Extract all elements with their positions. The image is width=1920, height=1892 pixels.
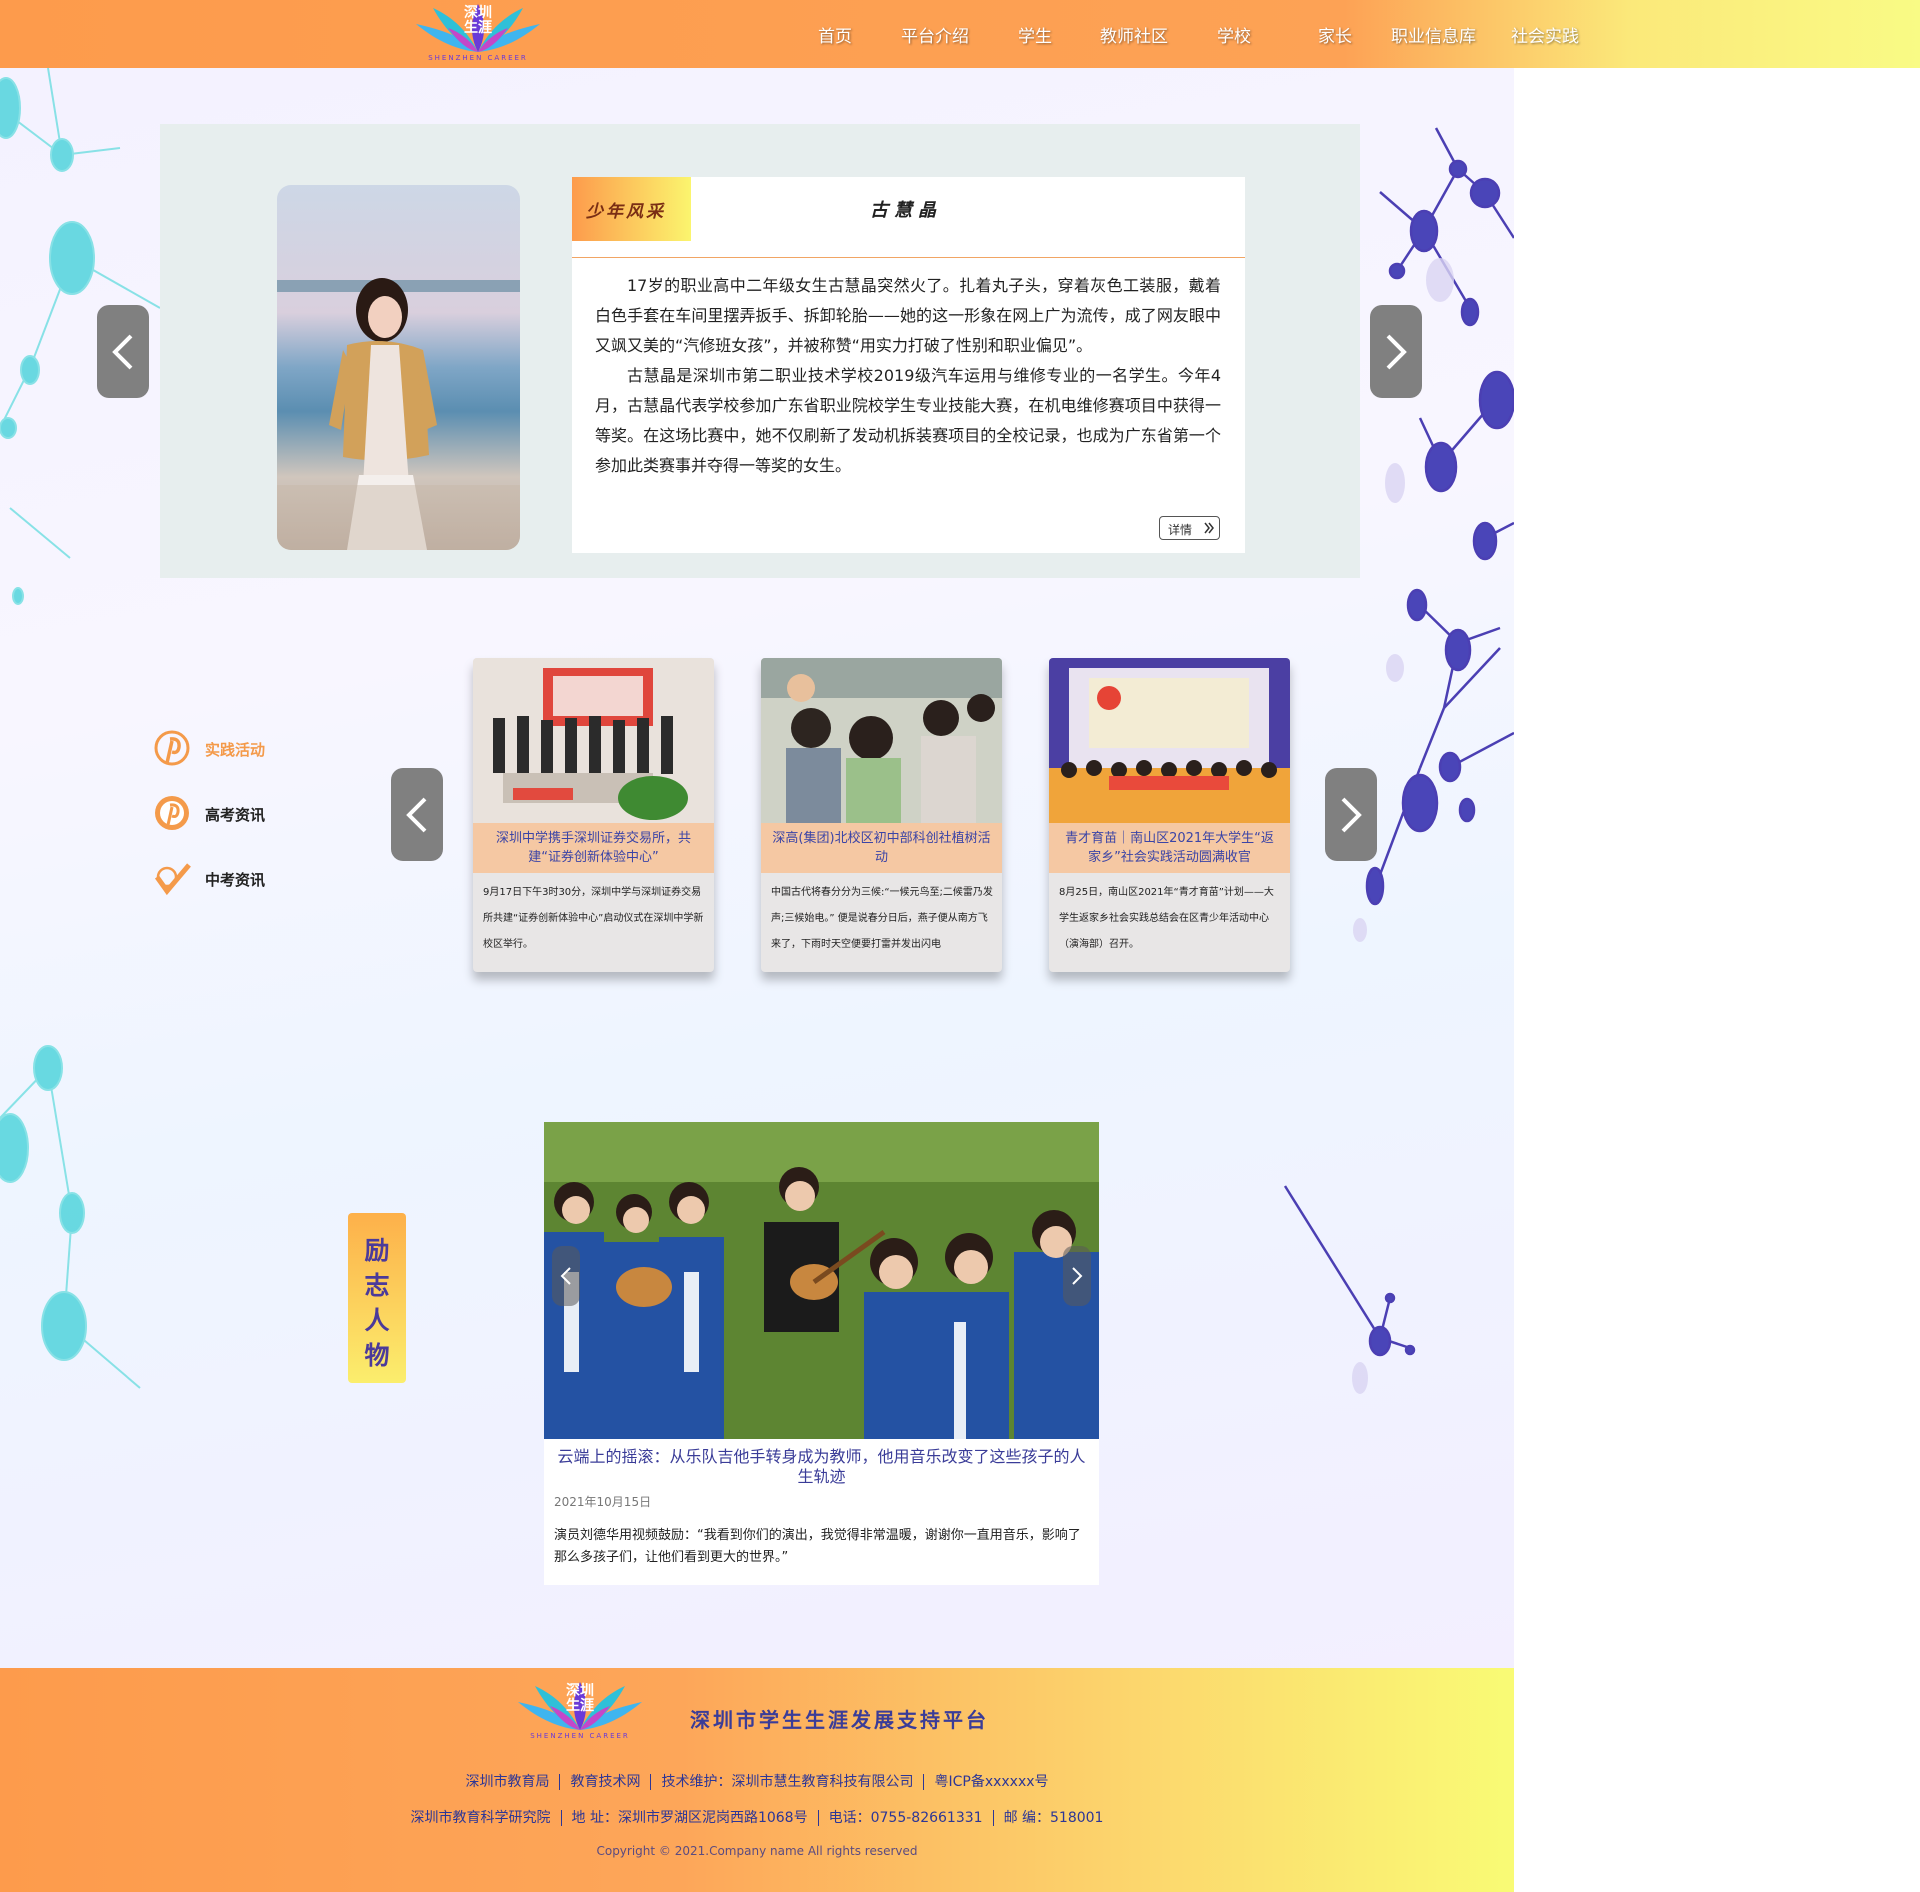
side-nav-label: 中考资讯 bbox=[205, 871, 266, 889]
detail-button-label: 详情 bbox=[1168, 523, 1193, 537]
double-chevron-right-icon bbox=[1204, 522, 1214, 534]
nav-schools[interactable]: 学校 bbox=[1217, 22, 1251, 48]
inspiration-photo-image[interactable] bbox=[544, 1122, 1099, 1439]
footer-link[interactable]: 深圳市教育局 bbox=[465, 1774, 549, 1790]
hero-next-button[interactable] bbox=[1370, 305, 1422, 398]
footer-logo[interactable]: 深圳 生涯 SHENZHEN CAREER bbox=[510, 1680, 650, 1744]
footer-text: 技术维护：深圳市慧生教育科技有限公司 bbox=[661, 1774, 914, 1790]
nav-students[interactable]: 学生 bbox=[1018, 22, 1052, 48]
copyright: Copyright © 2021.Company name All rights… bbox=[596, 1844, 918, 1858]
hero-prev-button[interactable] bbox=[97, 305, 149, 398]
footer-separator bbox=[560, 1810, 562, 1826]
footer-text: 电话：0755-82661331 bbox=[828, 1810, 983, 1826]
activity-card[interactable]: 青才育苗｜南山区2021年大学生“返家乡”社会实践活动圆满收官 8月25日，南山… bbox=[1049, 658, 1290, 972]
footer-link[interactable]: 教育技术网 bbox=[570, 1774, 640, 1790]
right-blank-area bbox=[1514, 68, 1920, 1892]
chevron-right-icon bbox=[1341, 797, 1362, 833]
chevron-right-icon bbox=[1386, 334, 1407, 370]
portrait-figure-icon bbox=[277, 278, 520, 550]
footer-separator bbox=[650, 1774, 652, 1790]
inspiration-body: 演员刘德华用视频鼓励：“我看到你们的演出，我觉得非常温暖，谢谢你一直用音乐，影响… bbox=[554, 1528, 1081, 1565]
footer-text: 地 址：深圳市罗湖区泥岗西路1068号 bbox=[571, 1810, 808, 1826]
logo-text-2: 生涯 bbox=[464, 20, 492, 36]
nav-teacher-community[interactable]: 教师社区 bbox=[1100, 22, 1168, 48]
story-text: 17岁的职业高中二年级女生古慧晶突然火了。扎着丸子头，穿着灰色工装服，戴着白色手… bbox=[595, 271, 1221, 481]
chevron-left-icon bbox=[112, 334, 133, 370]
top-navbar: 深圳 生涯 SHENZHEN CAREER 首页 平台介绍 学生 教师社区 学校… bbox=[0, 0, 1920, 68]
nav-parents[interactable]: 家长 bbox=[1318, 22, 1352, 48]
guitar-students-figure-icon bbox=[544, 1122, 1099, 1439]
footer-link[interactable]: 深圳市教育科学研究院 bbox=[411, 1810, 551, 1826]
activity-next-button[interactable] bbox=[1325, 768, 1377, 861]
nav-social-practice[interactable]: 社会实践 bbox=[1511, 22, 1579, 48]
inspiration-prev-button[interactable] bbox=[552, 1246, 580, 1306]
site-logo[interactable]: 深圳 生涯 SHENZHEN CAREER bbox=[408, 2, 548, 66]
student-portrait-image[interactable] bbox=[277, 185, 520, 550]
footer-separator bbox=[923, 1774, 925, 1790]
inspiration-date: 2021年10月15日 bbox=[554, 1495, 652, 1509]
activity-card[interactable]: 深圳中学携手深圳证券交易所，共建“证券创新体验中心” 9月17日下午3时30分，… bbox=[473, 658, 714, 972]
footer: 深圳 生涯 SHENZHEN CAREER 深圳市学生生涯发展支持平台 深圳市教… bbox=[0, 1668, 1514, 1892]
chevron-left-icon bbox=[406, 797, 427, 833]
pinterest-icon bbox=[155, 796, 189, 830]
footer-separator bbox=[559, 1774, 561, 1790]
side-nav-zhongkao[interactable]: 中考资讯 bbox=[153, 859, 283, 899]
nav-home[interactable]: 首页 bbox=[818, 22, 852, 48]
story-paragraph: 古慧晶是深圳市第二职业技术学校2019级汽车运用与维修专业的一名学生。今年4月，… bbox=[595, 366, 1221, 475]
nav-career-database[interactable]: 职业信息库 bbox=[1391, 22, 1476, 48]
chevron-left-icon bbox=[560, 1267, 571, 1285]
student-name: 古慧晶 bbox=[870, 200, 942, 221]
side-nav-label: 高考资讯 bbox=[205, 806, 266, 824]
footer-text: 邮 编：518001 bbox=[1003, 1810, 1104, 1826]
ribbon-char: 人 bbox=[364, 1306, 390, 1335]
footer-separator bbox=[992, 1810, 994, 1826]
activity-title: 深高(集团)北校区初中部科创社植树活动 bbox=[761, 823, 1002, 873]
activity-prev-button[interactable] bbox=[391, 768, 443, 861]
inspiration-ribbon: 励 志 人 物 bbox=[348, 1213, 406, 1383]
side-nav-gaokao[interactable]: 高考资讯 bbox=[153, 794, 283, 834]
activity-title: 青才育苗｜南山区2021年大学生“返家乡”社会实践活动圆满收官 bbox=[1049, 823, 1290, 873]
footer-links-row-1: 深圳市教育局 教育技术网 技术维护：深圳市慧生教育科技有限公司 粤ICP备xxxxxx… bbox=[0, 1771, 1514, 1791]
detail-button[interactable]: 详情 bbox=[1159, 516, 1220, 540]
logo-text-1: 深圳 bbox=[566, 1683, 594, 1699]
section-tag: 少年风采 bbox=[572, 177, 691, 241]
section-tag-label: 少年风采 bbox=[586, 202, 666, 222]
side-nav-practice[interactable]: 实践活动 bbox=[153, 729, 283, 769]
activity-photo-image bbox=[473, 658, 714, 823]
activity-photo-image bbox=[1049, 658, 1290, 823]
chevron-right-icon bbox=[1072, 1267, 1083, 1285]
inspiration-next-button[interactable] bbox=[1063, 1246, 1091, 1306]
footer-separator bbox=[817, 1810, 819, 1826]
check-icon bbox=[154, 863, 191, 896]
activity-description: 8月25日，南山区2021年“青才育苗”计划——大学生返家乡社会实践总结会在区青… bbox=[1059, 887, 1274, 950]
activity-description: 中国古代将春分分为三候:“一候元鸟至;二候雷乃发声;三候始电。” 便是说春分日后… bbox=[771, 887, 993, 950]
activity-photo-image bbox=[761, 658, 1002, 823]
side-nav-label: 实践活动 bbox=[205, 741, 266, 759]
footer-links-row-2: 深圳市教育科学研究院 地 址：深圳市罗湖区泥岗西路1068号 电话：0755-826… bbox=[0, 1807, 1514, 1827]
logo-text-2: 生涯 bbox=[566, 1698, 594, 1714]
activity-title: 深圳中学携手深圳证券交易所，共建“证券创新体验中心” bbox=[473, 823, 714, 873]
logo-subtitle: SHENZHEN CAREER bbox=[428, 54, 528, 62]
story-paragraph: 17岁的职业高中二年级女生古慧晶突然火了。扎着丸子头，穿着灰色工装服，戴着白色手… bbox=[595, 276, 1221, 355]
footer-text: 粤ICP备xxxxxx号 bbox=[934, 1774, 1049, 1790]
logo-text-1: 深圳 bbox=[464, 5, 492, 21]
footer-title: 深圳市学生生涯发展支持平台 bbox=[690, 1708, 989, 1732]
nav-platform-intro[interactable]: 平台介绍 bbox=[901, 22, 969, 48]
logo-subtitle: SHENZHEN CAREER bbox=[530, 1732, 630, 1740]
divider bbox=[572, 257, 1245, 258]
ribbon-char: 物 bbox=[364, 1341, 390, 1370]
pinterest-icon bbox=[154, 730, 190, 766]
inspiration-title[interactable]: 云端上的摇滚：从乐队吉他手转身成为教师，他用音乐改变了这些孩子的人生轨迹 bbox=[554, 1447, 1089, 1487]
ribbon-char: 志 bbox=[364, 1271, 390, 1300]
activity-description: 9月17日下午3时30分，深圳中学与深圳证券交易所共建“证券创新体验中心”启动仪… bbox=[483, 887, 704, 950]
activity-card[interactable]: 深高(集团)北校区初中部科创社植树活动 中国古代将春分分为三候:“一候元鸟至;二… bbox=[761, 658, 1002, 972]
ribbon-char: 励 bbox=[364, 1236, 390, 1265]
